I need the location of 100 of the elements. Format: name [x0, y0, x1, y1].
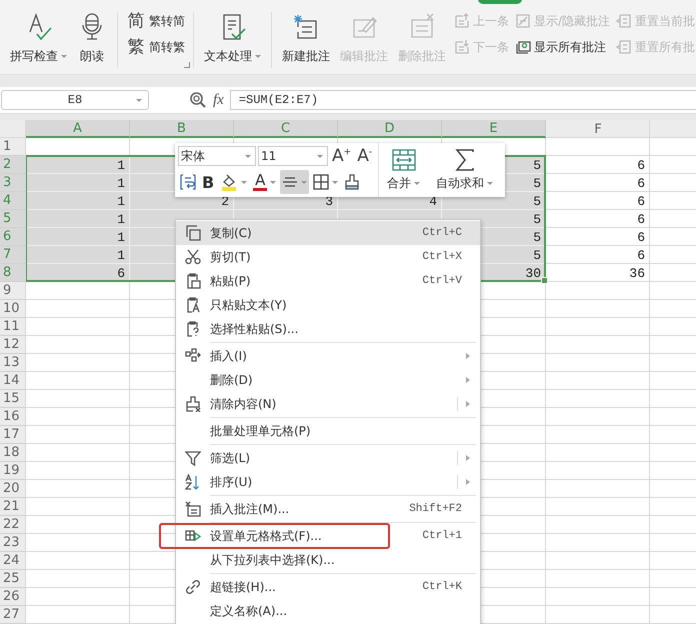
menu-item[interactable]: 清除内容(N) — [176, 392, 480, 419]
row-header[interactable]: 3 — [0, 174, 26, 192]
submenu-arrow-icon — [466, 353, 470, 359]
ribbon-button[interactable]: 显示所有批注 — [515, 38, 610, 56]
sum-icon — [454, 148, 476, 170]
table-cell: 6 — [637, 177, 645, 191]
table-cell: 1 — [117, 159, 125, 173]
row-header[interactable]: 15 — [0, 390, 26, 408]
fill-handle[interactable] — [541, 277, 548, 284]
row-header[interactable]: 10 — [0, 300, 26, 318]
column-header[interactable]: A — [26, 120, 130, 138]
merge-cells-icon — [392, 148, 416, 170]
row-header[interactable]: 25 — [0, 570, 26, 588]
ribbon-button[interactable]: 繁 简转繁 — [126, 38, 185, 56]
row-header[interactable]: 21 — [0, 498, 26, 516]
table-cell: 1 — [117, 195, 125, 209]
row-header[interactable]: 6 — [0, 228, 26, 246]
column-header[interactable]: C — [234, 120, 338, 138]
menu-item[interactable]: 定义名称(A)... — [176, 599, 480, 623]
menu-item[interactable]: 选择性粘贴(S)... — [176, 317, 480, 344]
menu-item[interactable]: 排序(U) — [176, 470, 480, 497]
row-header[interactable]: 24 — [0, 552, 26, 570]
shrink-font-button[interactable]: A$^{-}$ — [355, 146, 374, 166]
font-size-field[interactable]: 11 — [258, 146, 328, 166]
row-header[interactable]: 27 — [0, 606, 26, 624]
table-cell: 6 — [637, 249, 645, 263]
menu-item[interactable]: 筛选(L) — [176, 446, 480, 470]
row-header[interactable]: 11 — [0, 318, 26, 336]
previous-comment-icon — [454, 13, 470, 29]
table-cell: 6 — [637, 213, 645, 227]
table-cell: 1 — [117, 249, 125, 263]
row-header[interactable]: 7 — [0, 246, 26, 264]
row-header[interactable]: 9 — [0, 282, 26, 300]
submenu-arrow-icon — [466, 377, 470, 383]
menu-item[interactable]: 设置单元格格式(F)... Ctrl+1 — [176, 524, 480, 548]
menu-item[interactable]: 复制(C) Ctrl+C — [176, 221, 480, 245]
menu-item[interactable]: 插入批注(M)... Shift+F2 — [176, 497, 480, 524]
menu-item[interactable]: 插入(I) — [176, 344, 480, 368]
menu-item[interactable]: 只粘贴文本(Y) — [176, 293, 480, 317]
column-header[interactable]: D — [338, 120, 442, 138]
ribbon-button[interactable]: 拼写检查 — [8, 12, 69, 68]
row-header[interactable]: 26 — [0, 588, 26, 606]
autosum-button[interactable]: 自动求和 — [428, 143, 501, 197]
row-header[interactable]: 8 — [0, 264, 26, 282]
table-cell: 5 — [533, 177, 541, 191]
eraser-icon — [185, 396, 201, 412]
row-header[interactable]: 16 — [0, 408, 26, 426]
row-header[interactable]: 12 — [0, 336, 26, 354]
row-header[interactable]: 14 — [0, 372, 26, 390]
table-cell: 5 — [533, 231, 541, 245]
paste-text-icon — [185, 297, 201, 313]
show-comments-icon — [515, 39, 531, 55]
row-header[interactable]: 17 — [0, 426, 26, 444]
menu-item[interactable]: 从下拉列表中选择(K)... — [176, 548, 480, 575]
table-cell: 30 — [525, 267, 541, 281]
row-header[interactable]: 2 — [0, 156, 26, 174]
row-header[interactable]: 18 — [0, 444, 26, 462]
ribbon-button[interactable]: 新建批注 — [280, 12, 332, 68]
row-header[interactable]: 5 — [0, 210, 26, 228]
table-cell: 6 — [637, 231, 645, 245]
scissors-icon — [185, 249, 201, 265]
column-header[interactable]: E — [442, 120, 546, 138]
ribbon-button[interactable]: 朗读 — [75, 12, 109, 68]
ribbon-button[interactable]: 文本处理 — [202, 12, 263, 68]
row-header[interactable]: 23 — [0, 534, 26, 552]
row-header[interactable]: 22 — [0, 516, 26, 534]
dialog-launcher[interactable] — [184, 62, 190, 68]
name-box[interactable]: E8 — [1, 90, 149, 110]
fill-color-icon — [220, 173, 238, 191]
font-color-button[interactable]: A — [251, 170, 278, 194]
row-header[interactable]: 13 — [0, 354, 26, 372]
function-label[interactable]: fx — [213, 92, 224, 108]
table-cell: 5 — [533, 195, 541, 209]
menu-item[interactable]: 批量处理单元格(P) — [176, 419, 480, 446]
formula-field[interactable]: =SUM(E2:E7) — [230, 90, 696, 110]
link-icon — [185, 579, 201, 595]
bold-button[interactable]: B — [200, 170, 216, 194]
reset-comment-icon — [616, 13, 632, 29]
menu-item[interactable]: 删除(D) — [176, 368, 480, 392]
row-header[interactable]: 20 — [0, 480, 26, 498]
toolbar-button[interactable] — [280, 170, 310, 194]
font-field[interactable]: 宋体 — [178, 146, 256, 166]
table-cell: 5 — [533, 159, 541, 173]
row-header[interactable]: 19 — [0, 462, 26, 480]
ribbon-button[interactable]: 简 繁转简 — [126, 12, 185, 30]
table-cell: 1 — [117, 231, 125, 245]
table-cell: 6 — [637, 159, 645, 173]
table-cell: 4 — [429, 195, 437, 209]
format-painter-icon — [344, 174, 360, 190]
menu-item[interactable]: 粘贴(P) Ctrl+V — [176, 269, 480, 293]
row-header[interactable]: 4 — [0, 192, 26, 210]
sort-icon — [185, 474, 201, 490]
menu-item[interactable]: 剪切(T) Ctrl+X — [176, 245, 480, 269]
submenu-arrow-icon — [466, 455, 470, 461]
grow-font-button[interactable]: A$^{+}$ — [330, 146, 354, 166]
column-header[interactable]: F — [546, 120, 650, 138]
wrap-text-icon — [180, 174, 196, 190]
merge-button[interactable]: 合并 — [379, 143, 428, 197]
column-header[interactable]: B — [130, 120, 234, 138]
menu-item[interactable]: 超链接(H)... Ctrl+K — [176, 575, 480, 599]
